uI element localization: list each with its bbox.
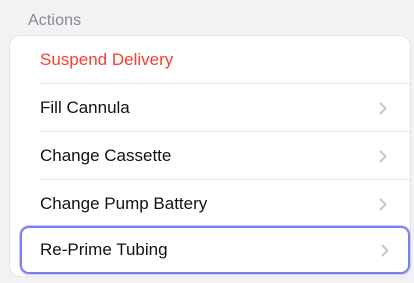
re-prime-tubing-row[interactable]: Re-Prime Tubing: [20, 226, 410, 274]
change-pump-battery-row[interactable]: Change Pump Battery: [10, 180, 410, 228]
re-prime-tubing-label: Re-Prime Tubing: [40, 240, 168, 259]
fill-cannula-label: Fill Cannula: [40, 98, 130, 117]
suspend-delivery-row[interactable]: Suspend Delivery: [10, 36, 410, 84]
fill-cannula-row[interactable]: Fill Cannula: [10, 84, 410, 132]
chevron-right-icon: [378, 149, 388, 163]
actions-card: Suspend Delivery Fill Cannula Change Cas…: [10, 36, 410, 276]
suspend-delivery-label: Suspend Delivery: [40, 50, 174, 69]
change-pump-battery-label: Change Pump Battery: [40, 194, 208, 213]
change-cassette-label: Change Cassette: [40, 146, 172, 165]
chevron-right-icon: [378, 101, 388, 115]
chevron-right-icon: [380, 243, 390, 257]
section-header: Actions: [28, 12, 82, 29]
change-cassette-row[interactable]: Change Cassette: [10, 132, 410, 180]
chevron-right-icon: [378, 197, 388, 211]
